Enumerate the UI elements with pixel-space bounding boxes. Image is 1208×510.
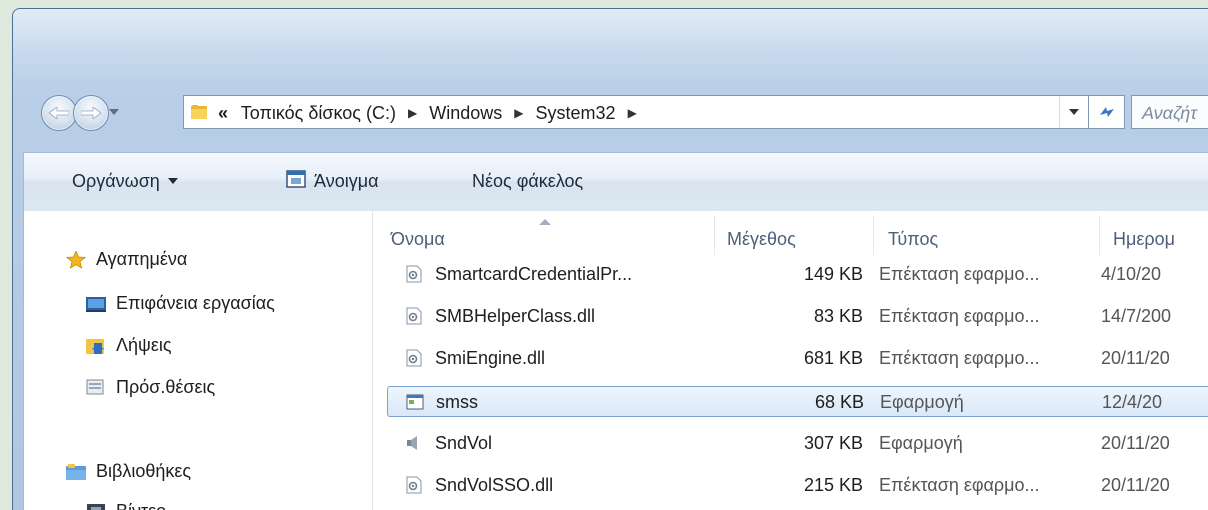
file-type: Επέκταση εφαρμο... — [879, 475, 1040, 495]
dll-file-icon — [405, 307, 423, 325]
dll-file-icon — [405, 349, 423, 367]
nav-item-label: Αγαπημένα — [96, 249, 188, 269]
file-type: Επέκταση εφαρμο... — [879, 306, 1040, 326]
file-date: 12/4/20 — [1102, 392, 1163, 412]
file-name: SMBHelperClass.dll — [435, 306, 596, 326]
file-row[interactable]: SndVolSSO.dll 215 KB Επέκταση εφαρμο... 20/… — [387, 470, 1208, 501]
breadcrumb-overflow[interactable]: « — [218, 103, 228, 123]
column-header-name[interactable]: Όνομα — [391, 229, 445, 250]
forward-button[interactable] — [73, 95, 109, 131]
command-bar: Οργάνωση Άνοιγμα Νέος φάκελος — [23, 152, 1208, 211]
file-type: Επέκταση εφαρμο... — [879, 264, 1040, 284]
explorer-window: « Τοπικός δίσκος (C:) ▶ Windows ▶ System… — [12, 8, 1208, 510]
file-size: 215 KB — [803, 475, 863, 495]
recent-pages-dropdown-icon[interactable] — [109, 109, 119, 115]
libraries-icon — [66, 464, 86, 480]
search-input[interactable]: Αναζήτ — [1131, 95, 1208, 129]
forward-arrow-icon — [81, 107, 101, 119]
file-size: 149 KB — [803, 264, 863, 284]
back-button[interactable] — [41, 95, 77, 131]
content-area: Αγαπημένα Επιφάνεια εργασίας Λήψεις Πρόσ… — [23, 211, 1208, 510]
column-header-row: Όνομα Μέγεθος Τύπος Ημερομ — [373, 211, 1208, 259]
file-row[interactable]: SMBHelperClass.dll 83 KB Επέκταση εφαρμο..… — [387, 301, 1208, 332]
folder-icon — [191, 105, 207, 119]
file-type: Επέκταση εφαρμο... — [879, 348, 1040, 368]
file-name: SmiEngine.dll — [435, 348, 546, 368]
organize-label: Οργάνωση — [72, 171, 160, 191]
refresh-button[interactable] — [1089, 95, 1125, 129]
breadcrumb-arrow-icon[interactable]: ▶ — [514, 106, 523, 120]
file-row[interactable]: smss 68 KB Εφαρμογή 12/4/20 — [387, 386, 1208, 417]
desktop-icon — [86, 297, 106, 312]
organize-button[interactable]: Οργάνωση — [72, 171, 178, 192]
chevron-down-icon — [167, 178, 178, 184]
file-date: 20/11/20 — [1101, 433, 1170, 453]
downloads-folder-icon — [86, 339, 104, 354]
speaker-icon — [405, 434, 423, 452]
file-size: 68 KB — [814, 392, 864, 412]
file-row[interactable]: SmartcardCredentialPr... 149 KB Επέκταση ε… — [387, 259, 1208, 290]
file-name: SndVol — [435, 433, 493, 453]
star-icon — [66, 251, 86, 269]
column-header-date[interactable]: Ημερομ — [1113, 229, 1175, 250]
address-bar[interactable]: « Τοπικός δίσκος (C:) ▶ Windows ▶ System… — [183, 95, 1089, 129]
column-divider[interactable] — [714, 215, 715, 255]
dll-file-icon — [405, 476, 423, 494]
nav-item-label: Βιβλιοθήκες — [96, 461, 192, 481]
sort-ascending-icon — [539, 219, 551, 225]
navigation-pane[interactable]: Αγαπημένα Επιφάνεια εργασίας Λήψεις Πρόσ… — [24, 211, 373, 510]
breadcrumb-windows[interactable]: Windows — [429, 103, 502, 123]
file-name: SmartcardCredentialPr... — [435, 264, 633, 284]
file-row[interactable]: SndVol 307 KB Εφαρμογή 20/11/20 — [387, 428, 1208, 459]
file-date: 14/7/200 — [1101, 306, 1172, 326]
recent-places-icon — [86, 379, 104, 395]
breadcrumb-arrow-icon[interactable]: ▶ — [628, 106, 637, 120]
nav-item-label: Επιφάνεια εργασίας — [116, 293, 275, 313]
breadcrumb-arrow-icon[interactable]: ▶ — [408, 106, 417, 120]
back-arrow-icon — [49, 107, 69, 119]
breadcrumb: « Τοπικός δίσκος (C:) ▶ Windows ▶ System… — [218, 103, 644, 124]
column-header-type[interactable]: Τύπος — [888, 229, 938, 250]
file-name: smss — [436, 392, 478, 412]
nav-item-label: Πρόσ.θέσεις — [116, 377, 216, 397]
file-size: 681 KB — [803, 348, 863, 368]
open-button[interactable]: Άνοιγμα — [314, 171, 378, 192]
dll-file-icon — [405, 265, 423, 283]
file-row[interactable]: SmiEngine.dll 681 KB Επέκταση εφαρμο... 20/… — [387, 343, 1208, 374]
breadcrumb-system32[interactable]: System32 — [536, 103, 616, 123]
nav-item-label: Λήψεις — [116, 335, 172, 355]
file-type: Εφαρμογή — [879, 433, 963, 453]
column-header-size[interactable]: Μέγεθος — [727, 229, 796, 250]
file-date: 4/10/20 — [1101, 264, 1162, 284]
file-list[interactable]: Όνομα Μέγεθος Τύπος Ημερομ SmartcardCred… — [373, 211, 1208, 510]
file-type: Εφαρμογή — [880, 392, 964, 412]
file-date: 20/11/20 — [1101, 348, 1170, 368]
address-history-dropdown[interactable] — [1059, 96, 1088, 128]
column-divider[interactable] — [873, 215, 874, 255]
file-size: 307 KB — [803, 433, 863, 453]
search-placeholder: Αναζήτ — [1142, 103, 1198, 123]
refresh-icon — [1100, 107, 1114, 117]
breadcrumb-local-disk[interactable]: Τοπικός δίσκος (C:) — [241, 103, 396, 123]
application-window-icon — [406, 393, 424, 411]
file-size: 83 KB — [813, 306, 863, 326]
column-divider[interactable] — [1099, 215, 1100, 255]
file-date: 20/11/20 — [1101, 475, 1170, 495]
open-program-icon[interactable] — [286, 170, 306, 188]
file-name: SndVolSSO.dll — [435, 475, 554, 495]
new-folder-button[interactable]: Νέος φάκελος — [472, 171, 583, 192]
